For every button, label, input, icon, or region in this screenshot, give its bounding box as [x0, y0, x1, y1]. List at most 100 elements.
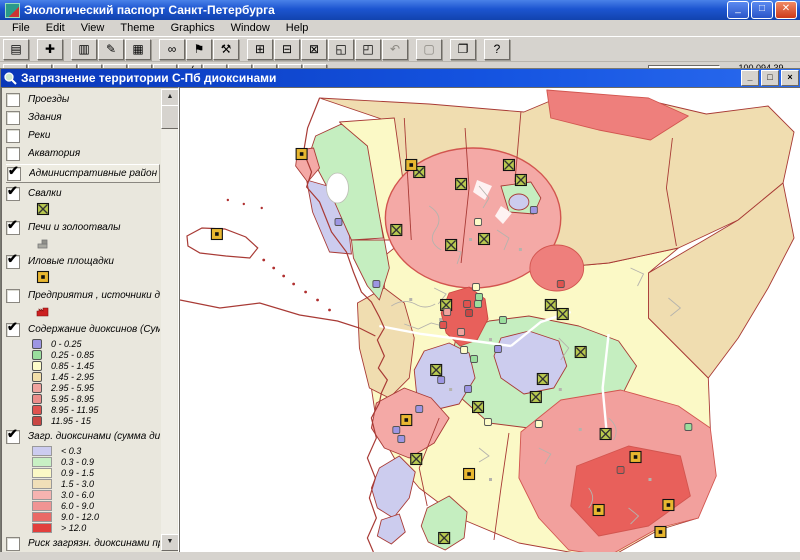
menu-help[interactable]: Help — [278, 21, 317, 35]
layer-row-ilovye-ploshchadki[interactable]: ✔Иловые площадки — [6, 254, 160, 269]
menu-theme[interactable]: Theme — [112, 21, 162, 35]
dioxin-point-marker — [499, 317, 506, 324]
layer-zdaniya-checkbox[interactable] — [6, 111, 20, 125]
layer-row-reki[interactable]: Реки — [6, 128, 160, 143]
landfill-marker — [545, 300, 556, 311]
landfill-marker — [557, 309, 568, 320]
menu-edit[interactable]: Edit — [38, 21, 73, 35]
point-class-swatch — [32, 394, 42, 404]
layer-soderzhanie-dioksinov-checkbox[interactable]: ✔ — [6, 323, 20, 337]
point-class-swatch — [32, 350, 42, 360]
help-pointer-button[interactable]: ? — [484, 39, 510, 60]
zoom-active-theme-icon: ⊟ — [282, 43, 292, 55]
class-row: 2.95 - 5.95 — [32, 382, 160, 393]
layer-akvatoriya-checkbox[interactable] — [6, 147, 20, 161]
class-label: 9.0 - 12.0 — [61, 512, 99, 522]
dioxin-point-marker — [617, 467, 624, 474]
scrollbar-thumb[interactable] — [161, 105, 179, 129]
locate-address-button[interactable]: ⚑ — [186, 39, 212, 60]
layer-row-zagr-dioksinami[interactable]: ✔Загр. диоксинами (сумма дио — [6, 429, 160, 444]
scroll-up-icon[interactable]: ▲ — [161, 89, 179, 106]
zoom-in-fixed-button[interactable]: ◱ — [328, 39, 354, 60]
add-theme-button[interactable]: ✚ — [37, 39, 63, 60]
map-canvas[interactable] — [180, 88, 800, 552]
layer-zagr-dioksinami-checkbox[interactable]: ✔ — [6, 430, 20, 444]
layer-row-pechi-i-zolootvaly[interactable]: ✔Печи и золоотвалы — [6, 220, 160, 235]
zoom-out-fixed-button[interactable]: ◰ — [355, 39, 381, 60]
symbol-row — [36, 270, 160, 285]
class-label: 11.95 - 15 — [51, 416, 91, 426]
zoom-selected-button[interactable]: ⊠ — [301, 39, 327, 60]
checkmark-icon: ✔ — [7, 319, 18, 335]
layer-row-risk-zagryazn-dioksinami[interactable]: Риск загрязн. диоксинами пре — [6, 536, 160, 551]
zoom-active-theme-button[interactable]: ⊟ — [274, 39, 300, 60]
zoom-full-extent-button[interactable]: ⊞ — [247, 39, 273, 60]
layer-row-predpriyatiya[interactable]: Предприятия , источники дис — [6, 288, 160, 303]
app-maximize-button[interactable]: □ — [751, 1, 773, 19]
layer-label: Предприятия , источники дис — [28, 290, 160, 301]
query-builder-button[interactable]: ⚒ — [213, 39, 239, 60]
point-class-swatch — [32, 372, 42, 382]
edit-legend-button[interactable]: ✎ — [98, 39, 124, 60]
layer-label: Содержание диоксинов (Сумм — [28, 324, 160, 335]
layer-svalki-checkbox[interactable]: ✔ — [6, 187, 20, 201]
scroll-down-icon[interactable]: ▼ — [161, 534, 179, 551]
menu-file[interactable]: File — [4, 21, 38, 35]
sludge-site-marker — [593, 505, 604, 516]
class-label: 0 - 0.25 — [51, 339, 82, 349]
class-row: 0.85 - 1.45 — [32, 360, 160, 371]
dioxin-point-marker — [464, 301, 471, 308]
point-class-swatch — [32, 361, 42, 371]
save-project-button[interactable]: ▤ — [3, 39, 29, 60]
main-toolbar: ▤ ✚ ▥ ✎ ▦ ∞⚑⚒ ⊞ ⊟ ⊠◱◰↶ ▢ ❐? — [0, 37, 800, 62]
menu-window[interactable]: Window — [223, 21, 278, 35]
layer-risk-zagryazn-dioksinami-checkbox[interactable] — [6, 537, 20, 551]
legend-layer-predpriyatiya: Предприятия , источники дис — [6, 288, 160, 319]
layer-adm-rayony-checkbox[interactable]: ✔ — [7, 167, 21, 181]
dioxin-point-marker — [465, 386, 472, 393]
app-icon — [5, 3, 20, 18]
layer-predpriyatiya-checkbox[interactable] — [6, 289, 20, 303]
menu-graphics[interactable]: Graphics — [163, 21, 223, 35]
dioxin-point-marker — [557, 281, 564, 288]
edit-legend-icon: ✎ — [106, 43, 116, 55]
legend-layer-proezdy: Проезды — [6, 92, 160, 107]
app-close-button[interactable]: ✕ — [775, 1, 797, 19]
class-label: 8.95 - 11.95 — [51, 405, 98, 415]
sludge-site-marker — [663, 500, 674, 511]
layer-row-zdaniya[interactable]: Здания — [6, 110, 160, 125]
layer-ilovye-ploshchadki-checkbox[interactable]: ✔ — [6, 255, 20, 269]
class-row: 0 - 0.25 — [32, 338, 160, 349]
zoom-previous-button[interactable]: ↶ — [382, 39, 408, 60]
doc-maximize-button[interactable]: □ — [761, 70, 779, 86]
class-row: < 0.3 — [32, 445, 160, 456]
select-features-button[interactable]: ▢ — [416, 39, 442, 60]
dioxin-point-marker — [393, 427, 400, 434]
doc-minimize-button[interactable]: _ — [741, 70, 759, 86]
layer-pechi-i-zolootvaly-checkbox[interactable]: ✔ — [6, 221, 20, 235]
legend-layer-zdaniya: Здания — [6, 110, 160, 125]
sludge-site-marker — [401, 415, 412, 426]
doc-close-button[interactable]: × — [781, 70, 799, 86]
layer-reki-checkbox[interactable] — [6, 129, 20, 143]
layer-row-proezdy[interactable]: Проезды — [6, 92, 160, 107]
layer-proezdy-checkbox[interactable] — [6, 93, 20, 107]
point-class-swatch — [32, 416, 42, 426]
layer-row-adm-rayony[interactable]: ✔Административные районы — [6, 164, 160, 183]
legend-scrollbar[interactable]: ▲ ▼ — [161, 89, 177, 551]
layer-row-soderzhanie-dioksinov[interactable]: ✔ Содержание диоксинов (Сумм — [6, 322, 160, 337]
layer-row-akvatoriya[interactable]: Акватория — [6, 146, 160, 161]
landfill-marker — [575, 347, 586, 358]
sludge-site-marker — [464, 469, 475, 480]
menu-view[interactable]: View — [73, 21, 113, 35]
layer-row-svalki[interactable]: ✔Свалки — [6, 186, 160, 201]
theme-properties-button[interactable]: ▥ — [71, 39, 97, 60]
symbol-row — [36, 236, 160, 251]
find-button[interactable]: ∞ — [159, 39, 185, 60]
layout-button[interactable]: ❐ — [450, 39, 476, 60]
open-theme-table-button[interactable]: ▦ — [125, 39, 151, 60]
app-minimize-button[interactable]: _ — [727, 1, 749, 19]
dioxin-point-marker — [475, 301, 482, 308]
view-magnifier-icon — [3, 71, 17, 85]
dioxin-point-marker — [473, 284, 480, 291]
